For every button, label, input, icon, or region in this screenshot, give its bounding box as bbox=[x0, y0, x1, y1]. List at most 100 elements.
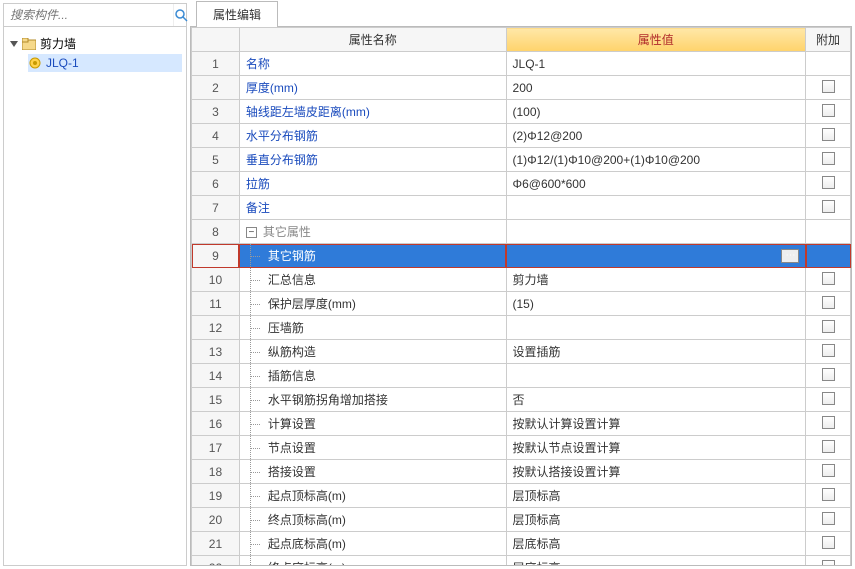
property-value[interactable]: 按默认计算设置计算 bbox=[506, 412, 806, 436]
component-tree-panel: 剪力墙 JLQ-1 bbox=[3, 3, 187, 566]
property-value[interactable]: 层底标高 bbox=[506, 532, 806, 556]
extra-checkbox[interactable] bbox=[822, 344, 835, 357]
property-name: 备注 bbox=[239, 196, 506, 220]
table-row[interactable]: 11保护层厚度(mm)(15) bbox=[192, 292, 851, 316]
property-value[interactable]: 剪力墙 bbox=[506, 268, 806, 292]
tree-node-root[interactable]: 剪力墙 bbox=[8, 33, 182, 54]
table-row[interactable]: 18搭接设置按默认搭接设置计算 bbox=[192, 460, 851, 484]
property-value[interactable]: 200 bbox=[506, 76, 806, 100]
extra-checkbox[interactable] bbox=[822, 320, 835, 333]
search-button[interactable] bbox=[173, 4, 188, 26]
property-value[interactable] bbox=[506, 220, 806, 244]
extra-checkbox[interactable] bbox=[822, 536, 835, 549]
row-number: 16 bbox=[192, 412, 240, 436]
table-row[interactable]: 12压墙筋 bbox=[192, 316, 851, 340]
table-row[interactable]: 10汇总信息剪力墙 bbox=[192, 268, 851, 292]
property-name: 纵筋构造 bbox=[239, 340, 506, 364]
property-value[interactable]: JLQ-1 bbox=[506, 52, 806, 76]
row-number: 5 bbox=[192, 148, 240, 172]
search-icon bbox=[174, 8, 188, 22]
property-name: 计算设置 bbox=[239, 412, 506, 436]
table-row[interactable]: 6拉筋Φ6@600*600 bbox=[192, 172, 851, 196]
property-value[interactable]: 按默认节点设置计算 bbox=[506, 436, 806, 460]
row-number: 3 bbox=[192, 100, 240, 124]
table-row[interactable]: 20终点顶标高(m)层顶标高 bbox=[192, 508, 851, 532]
property-value[interactable]: Φ6@600*600 bbox=[506, 172, 806, 196]
extra-checkbox[interactable] bbox=[822, 392, 835, 405]
extra-checkbox[interactable] bbox=[822, 104, 835, 117]
extra-checkbox[interactable] bbox=[822, 272, 835, 285]
row-number: 19 bbox=[192, 484, 240, 508]
property-value[interactable]: 层底标高 bbox=[506, 556, 806, 567]
row-number: 1 bbox=[192, 52, 240, 76]
property-value[interactable]: (15) bbox=[506, 292, 806, 316]
row-number: 6 bbox=[192, 172, 240, 196]
property-name: 节点设置 bbox=[239, 436, 506, 460]
property-panel: 属性编辑 属性名称 属性值 附加 1名称JLQ-12厚度(mm)2003轴线距左… bbox=[190, 0, 852, 566]
header-name: 属性名称 bbox=[239, 28, 506, 52]
extra-checkbox[interactable] bbox=[822, 152, 835, 165]
header-num bbox=[192, 28, 240, 52]
property-value[interactable] bbox=[506, 196, 806, 220]
table-row[interactable]: 5垂直分布钢筋(1)Φ12/(1)Φ10@200+(1)Φ10@200 bbox=[192, 148, 851, 172]
table-row[interactable]: 7备注 bbox=[192, 196, 851, 220]
extra-checkbox[interactable] bbox=[822, 128, 835, 141]
property-name: 水平钢筋拐角增加搭接 bbox=[239, 388, 506, 412]
extra-checkbox[interactable] bbox=[822, 80, 835, 93]
extra-cell bbox=[806, 316, 851, 340]
property-value[interactable] bbox=[506, 364, 806, 388]
header-extra: 附加 bbox=[806, 28, 851, 52]
property-value[interactable]: (100) bbox=[506, 100, 806, 124]
collapse-icon[interactable] bbox=[8, 38, 20, 50]
property-value[interactable]: (2)Φ12@200 bbox=[506, 124, 806, 148]
tree-node-child[interactable]: JLQ-1 bbox=[28, 54, 182, 72]
property-value[interactable]: 层顶标高 bbox=[506, 508, 806, 532]
property-value[interactable]: 否 bbox=[506, 388, 806, 412]
extra-checkbox[interactable] bbox=[822, 296, 835, 309]
table-row[interactable]: 13纵筋构造设置插筋 bbox=[192, 340, 851, 364]
table-row[interactable]: 15水平钢筋拐角增加搭接否 bbox=[192, 388, 851, 412]
table-row[interactable]: 22终点底标高(m)层底标高 bbox=[192, 556, 851, 567]
extra-cell bbox=[806, 436, 851, 460]
search-input[interactable] bbox=[4, 4, 173, 26]
property-name: 保护层厚度(mm) bbox=[239, 292, 506, 316]
extra-checkbox[interactable] bbox=[822, 368, 835, 381]
ellipsis-button[interactable]: ⋯ bbox=[781, 249, 799, 263]
property-value[interactable]: (1)Φ12/(1)Φ10@200+(1)Φ10@200 bbox=[506, 148, 806, 172]
property-value[interactable]: 按默认搭接设置计算 bbox=[506, 460, 806, 484]
property-value[interactable] bbox=[506, 316, 806, 340]
extra-cell bbox=[806, 292, 851, 316]
table-row[interactable]: 16计算设置按默认计算设置计算 bbox=[192, 412, 851, 436]
extra-checkbox[interactable] bbox=[822, 464, 835, 477]
extra-checkbox[interactable] bbox=[822, 488, 835, 501]
table-row[interactable]: 17节点设置按默认节点设置计算 bbox=[192, 436, 851, 460]
extra-checkbox[interactable] bbox=[822, 560, 835, 567]
extra-checkbox[interactable] bbox=[822, 512, 835, 525]
extra-cell bbox=[806, 124, 851, 148]
table-row[interactable]: 4水平分布钢筋(2)Φ12@200 bbox=[192, 124, 851, 148]
extra-cell bbox=[806, 148, 851, 172]
extra-checkbox[interactable] bbox=[822, 176, 835, 189]
extra-cell bbox=[806, 364, 851, 388]
table-row[interactable]: 21起点底标高(m)层底标高 bbox=[192, 532, 851, 556]
property-value[interactable]: 层顶标高 bbox=[506, 484, 806, 508]
table-row[interactable]: 3轴线距左墙皮距离(mm)(100) bbox=[192, 100, 851, 124]
extra-checkbox[interactable] bbox=[822, 200, 835, 213]
collapse-icon[interactable]: − bbox=[246, 227, 257, 238]
extra-checkbox[interactable] bbox=[822, 416, 835, 429]
row-number: 8 bbox=[192, 220, 240, 244]
tab-property-editor[interactable]: 属性编辑 bbox=[196, 1, 278, 27]
table-row[interactable]: 1名称JLQ-1 bbox=[192, 52, 851, 76]
property-value[interactable]: ⋯ bbox=[506, 244, 806, 268]
property-name: 终点顶标高(m) bbox=[239, 508, 506, 532]
property-value[interactable]: 设置插筋 bbox=[506, 340, 806, 364]
table-row[interactable]: 2厚度(mm)200 bbox=[192, 76, 851, 100]
table-row[interactable]: 8−其它属性 bbox=[192, 220, 851, 244]
component-icon bbox=[28, 56, 42, 70]
extra-checkbox[interactable] bbox=[822, 440, 835, 453]
property-name: 名称 bbox=[239, 52, 506, 76]
table-row[interactable]: 9其它钢筋⋯ bbox=[192, 244, 851, 268]
table-row[interactable]: 14插筋信息 bbox=[192, 364, 851, 388]
table-row[interactable]: 19起点顶标高(m)层顶标高 bbox=[192, 484, 851, 508]
tree-label-root: 剪力墙 bbox=[40, 35, 76, 52]
